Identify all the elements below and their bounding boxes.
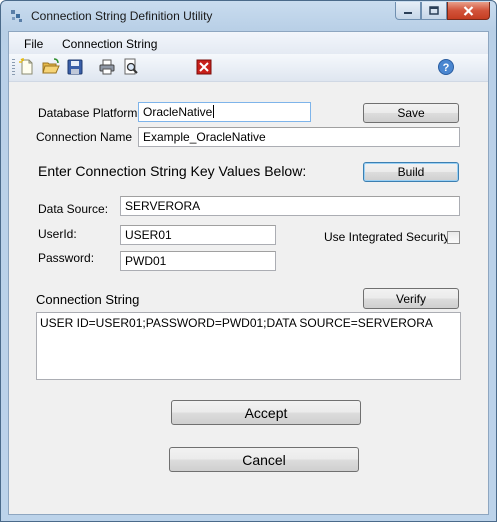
database-platform-label: Database Platform [38, 106, 138, 120]
accept-button[interactable]: Accept [171, 400, 361, 425]
connection-string-label: Connection String [36, 292, 140, 307]
data-source-field[interactable]: SERVERORA [120, 196, 460, 216]
client-area: File Connection String ? Database Platfo… [8, 31, 489, 515]
userid-field[interactable]: USER01 [120, 225, 276, 245]
minimize-icon [404, 11, 412, 14]
save-button[interactable]: Save [363, 103, 459, 123]
print-preview-icon[interactable] [122, 58, 140, 76]
caption-buttons [395, 2, 490, 20]
window-title: Connection String Definition Utility [31, 9, 213, 23]
database-platform-value: OracleNative [143, 105, 213, 119]
save-icon[interactable] [66, 58, 84, 76]
new-icon[interactable] [18, 58, 36, 76]
connection-string-field[interactable]: USER ID=USER01;PASSWORD=PWD01;DATA SOURC… [36, 312, 461, 380]
menu-file[interactable]: File [24, 37, 43, 51]
verify-button[interactable]: Verify [363, 288, 459, 309]
maximize-icon [429, 6, 439, 15]
close-icon [463, 5, 474, 16]
password-label: Password: [38, 251, 95, 265]
connection-string-value: USER ID=USER01;PASSWORD=PWD01;DATA SOURC… [40, 316, 433, 330]
connection-name-field[interactable]: Example_OracleNative [138, 127, 460, 147]
svg-text:?: ? [443, 62, 450, 74]
maximize-button[interactable] [421, 2, 447, 20]
toolbar: ? [9, 54, 488, 82]
data-source-label: Data Source: [38, 202, 109, 216]
app-icon [11, 10, 22, 22]
minimize-button[interactable] [395, 2, 421, 20]
toolbar-grip[interactable] [12, 59, 15, 77]
password-field[interactable]: PWD01 [120, 251, 276, 271]
cancel-button[interactable]: Cancel [169, 447, 359, 472]
menu-connection-string[interactable]: Connection String [62, 37, 157, 51]
app-window: Connection String Definition Utility Fil… [0, 0, 497, 522]
integrated-security-label: Use Integrated Security: [324, 230, 453, 244]
database-platform-field[interactable]: OracleNative [138, 102, 311, 122]
close-button[interactable] [447, 2, 490, 20]
print-icon[interactable] [98, 58, 116, 76]
text-caret [213, 105, 215, 118]
build-button[interactable]: Build [363, 162, 459, 182]
open-icon[interactable] [42, 58, 60, 76]
integrated-security-checkbox[interactable] [447, 231, 460, 244]
help-icon[interactable]: ? [437, 58, 455, 76]
enter-keys-heading: Enter Connection String Key Values Below… [38, 163, 307, 179]
title-bar[interactable]: Connection String Definition Utility [1, 1, 496, 31]
exit-icon[interactable] [195, 58, 213, 76]
connection-name-label: Connection Name [36, 130, 133, 144]
userid-label: UserId: [38, 227, 77, 241]
menu-bar: File Connection String [9, 32, 488, 54]
